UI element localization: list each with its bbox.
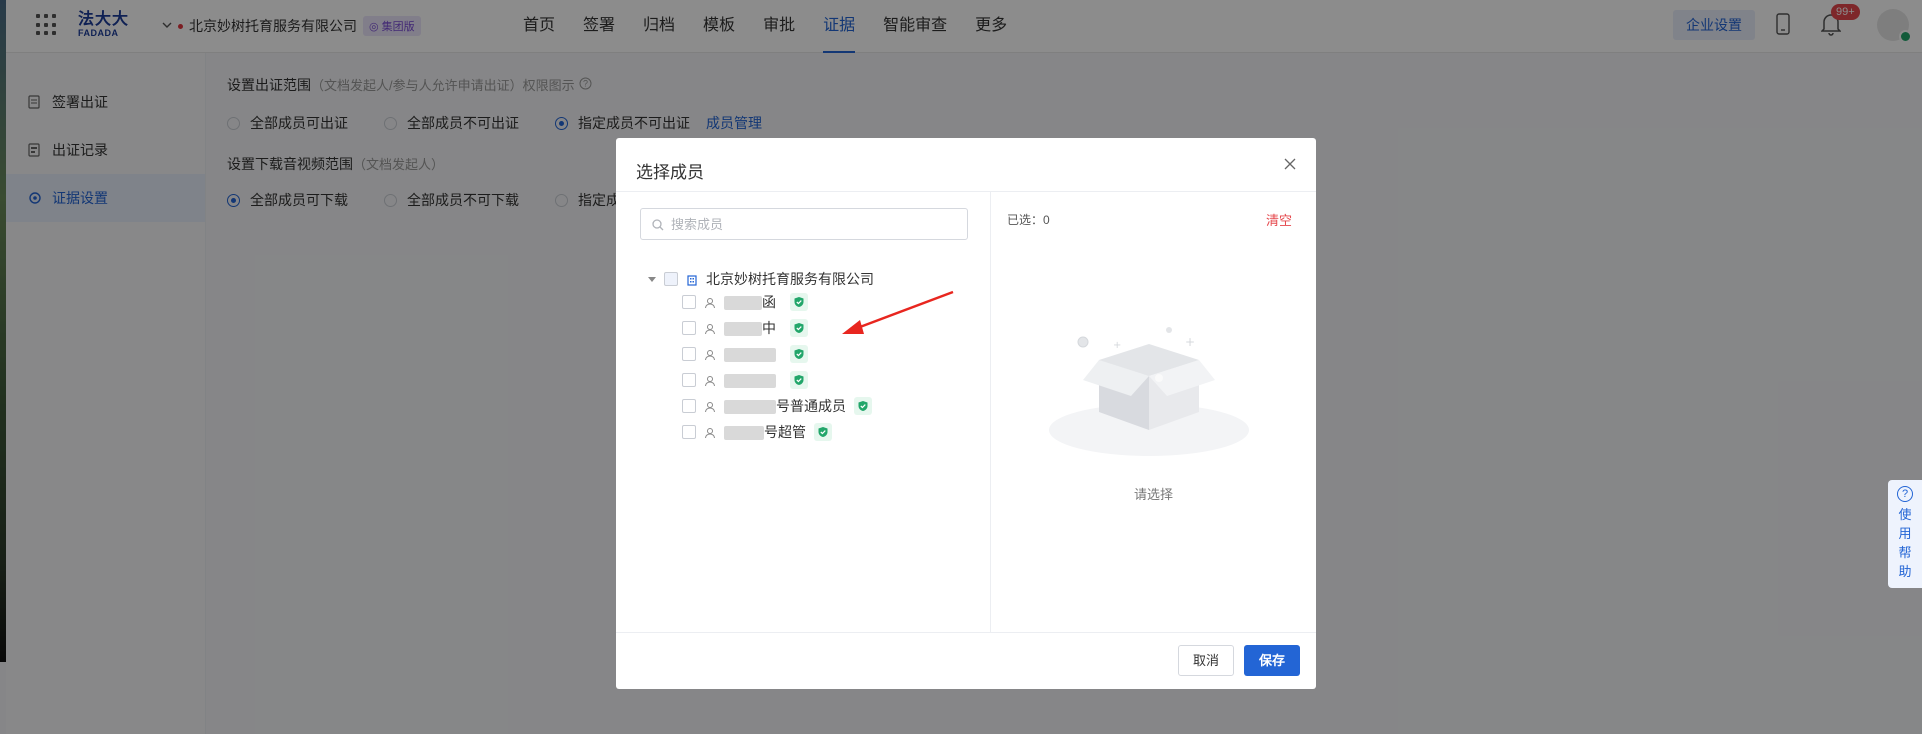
help-char: 助 [1898, 564, 1912, 579]
member-name: 中 [724, 318, 782, 338]
member-row[interactable] [682, 344, 808, 364]
verified-shield-icon [854, 397, 872, 415]
search-input[interactable] [640, 208, 968, 240]
member-name-suffix: 函 [762, 294, 776, 310]
user-icon [704, 374, 716, 387]
verified-shield-icon [790, 345, 808, 363]
member-row[interactable] [682, 370, 808, 390]
selected-count: 已选：0 [1007, 213, 1050, 227]
verified-shield-icon [814, 423, 832, 441]
clear-button[interactable]: 清空 [1266, 210, 1292, 229]
help-char: 帮 [1898, 545, 1912, 560]
caret-down-icon[interactable] [648, 276, 656, 282]
member-tree-pane: 北京妙树托育服务有限公司 函 中 [616, 192, 991, 632]
help-tab[interactable]: ? 使 用 帮 助 [1888, 480, 1922, 588]
empty-text: 请选择 [1133, 487, 1173, 502]
member-name: 号普通成员 [724, 396, 846, 416]
search-icon [652, 218, 664, 231]
selected-pane: 已选：0 清空 + + 请选择 [991, 192, 1316, 632]
user-icon [704, 348, 716, 361]
member-row[interactable]: 中 [682, 318, 808, 338]
member-checkbox[interactable] [682, 295, 696, 309]
member-checkbox[interactable] [682, 399, 696, 413]
modal-footer: 取消 保存 [616, 632, 1316, 689]
member-name: 函 [724, 292, 782, 312]
close-icon[interactable] [1284, 157, 1298, 171]
verified-shield-icon [790, 293, 808, 311]
verified-shield-icon [790, 319, 808, 337]
annotation-arrow [842, 290, 954, 334]
member-row[interactable]: 号超管 [682, 422, 832, 442]
member-checkbox[interactable] [682, 321, 696, 335]
help-char: 使 [1898, 507, 1912, 522]
member-name: 号超管 [724, 422, 806, 442]
user-icon [704, 296, 716, 309]
svg-text:+: + [1113, 340, 1121, 351]
user-icon [704, 426, 716, 439]
member-row[interactable]: 函 [682, 292, 808, 312]
org-checkbox[interactable] [664, 272, 678, 286]
modal-header: 选择成员 [616, 138, 1316, 192]
member-checkbox[interactable] [682, 425, 696, 439]
member-checkbox[interactable] [682, 347, 696, 361]
modal-body: 北京妙树托育服务有限公司 函 中 [616, 192, 1316, 632]
tree-root-org[interactable]: 北京妙树托育服务有限公司 [648, 269, 874, 289]
member-name [724, 346, 782, 363]
modal-title: 选择成员 [636, 163, 704, 182]
save-button[interactable]: 保存 [1244, 645, 1300, 676]
member-name [724, 372, 782, 389]
member-checkbox[interactable] [682, 373, 696, 387]
member-name-suffix: 中 [762, 320, 776, 336]
empty-box-icon: + + [1049, 327, 1249, 456]
org-name: 北京妙树托育服务有限公司 [706, 271, 874, 287]
member-row[interactable]: 号普通成员 [682, 396, 872, 416]
user-icon [704, 322, 716, 335]
select-member-modal: 选择成员 北京妙树托育服务有限公司 函 [616, 138, 1316, 689]
cancel-button[interactable]: 取消 [1178, 645, 1234, 676]
svg-text:+: + [1185, 335, 1195, 349]
user-icon [704, 400, 716, 413]
member-name-suffix: 号超管 [764, 424, 806, 440]
building-icon [686, 273, 698, 286]
help-char: 用 [1898, 526, 1912, 541]
verified-shield-icon [790, 371, 808, 389]
member-name-suffix: 号普通成员 [776, 398, 846, 414]
help-icon: ? [1897, 486, 1913, 502]
